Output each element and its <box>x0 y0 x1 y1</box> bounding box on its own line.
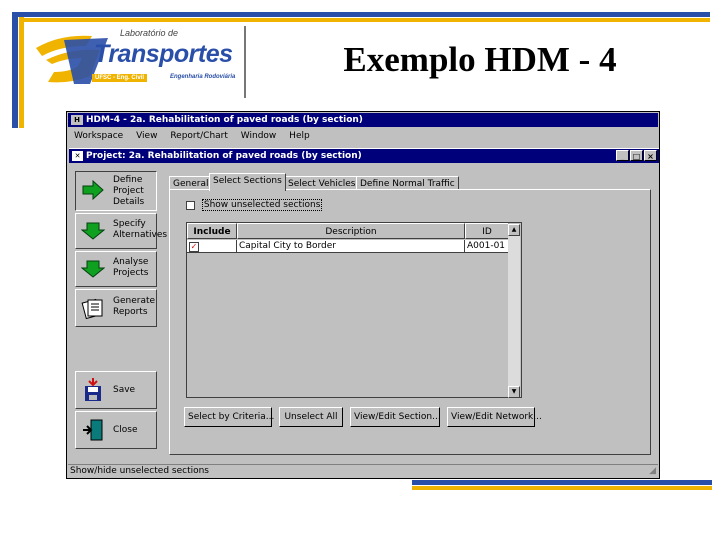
tab-define-normal-traffic[interactable]: Define Normal Traffic <box>356 176 459 190</box>
include-checked-icon[interactable]: ✓ <box>189 242 199 252</box>
show-unselected-row: Show unselected sections <box>186 199 323 211</box>
hdm4-window: H HDM-4 - 2a. Rehabilitation of paved roa… <box>66 111 660 479</box>
slide-top-blue-bar <box>12 12 710 17</box>
logo-top-text: Laboratório de <box>120 28 179 38</box>
define-project-details-button[interactable]: Define Project Details <box>75 171 157 211</box>
app-icon: H <box>71 115 83 125</box>
logo-brand-text: Transportes <box>94 40 233 68</box>
project-window: ✕ Project: 2a. Rehabilitation of paved ro… <box>69 148 659 467</box>
exit-door-icon <box>80 417 106 443</box>
sections-table: Include Description ID ✓ Capital City to… <box>186 222 522 398</box>
green-arrow-right-icon <box>80 177 106 203</box>
description-cell[interactable]: Capital City to Border <box>237 240 465 253</box>
generate-reports-button[interactable]: Generate Reports <box>75 289 157 327</box>
column-header-include[interactable]: Include <box>187 223 237 239</box>
select-by-criteria-button[interactable]: Select by Criteria... <box>184 407 274 427</box>
app-title: HDM-4 - 2a. Rehabilitation of paved road… <box>86 115 363 125</box>
status-text: Show/hide unselected sections <box>70 466 209 476</box>
close-window-button[interactable]: × <box>644 150 657 161</box>
scroll-down-icon[interactable]: ▼ <box>508 386 520 398</box>
column-header-id[interactable]: ID <box>465 223 509 239</box>
tab-select-sections[interactable]: Select Sections <box>209 173 286 191</box>
menu-report-chart[interactable]: Report/Chart <box>170 131 228 141</box>
close-button[interactable]: Close <box>75 411 157 449</box>
sidebar-label-reports: Generate Reports <box>113 296 156 317</box>
menu-bar: Workspace View Report/Chart Window Help <box>68 128 658 144</box>
status-bar: Show/hide unselected sections ◢ <box>68 464 658 477</box>
show-unselected-label[interactable]: Show unselected sections <box>201 199 323 211</box>
green-arrow-down-icon <box>80 256 106 282</box>
table-scrollbar[interactable]: ▲ ▼ <box>508 224 520 398</box>
maximize-button[interactable]: □ <box>630 150 643 161</box>
save-icon <box>80 377 106 403</box>
sidebar-label-save: Save <box>113 385 136 395</box>
specify-alternatives-button[interactable]: Specify Alternatives <box>75 213 167 249</box>
logo-divider <box>244 26 246 98</box>
show-unselected-checkbox[interactable] <box>186 200 195 210</box>
include-cell[interactable]: ✓ <box>187 240 237 253</box>
sidebar-label-specify: Specify Alternatives <box>113 219 168 240</box>
column-header-description[interactable]: Description <box>237 223 465 239</box>
slide-bottom-yellow-bar <box>412 486 712 490</box>
project-title: Project: 2a. Rehabilitation of paved roa… <box>86 151 362 161</box>
view-edit-section-button[interactable]: View/Edit Section... <box>350 407 441 427</box>
green-arrow-down-icon <box>80 218 106 244</box>
analyse-projects-button[interactable]: Analyse Projects <box>75 251 157 287</box>
slide-top-yellow-bar <box>24 18 710 22</box>
sidebar-label-analyse: Analyse Projects <box>113 257 149 278</box>
tab-select-vehicles[interactable]: Select Vehicles <box>284 176 360 190</box>
slide-left-blue-bar <box>12 12 18 128</box>
project-window-icon: ✕ <box>72 151 83 161</box>
slide-bottom-blue-bar <box>412 480 712 485</box>
unselect-all-button[interactable]: Unselect All <box>279 407 343 427</box>
scroll-up-icon[interactable]: ▲ <box>508 224 520 236</box>
slide-title: Exemplo HDM - 4 <box>343 40 617 79</box>
view-edit-network-button[interactable]: View/Edit Network... <box>447 407 542 427</box>
app-titlebar[interactable]: H HDM-4 - 2a. Rehabilitation of paved roa… <box>68 113 658 127</box>
tab-general[interactable]: General <box>169 176 213 190</box>
transportes-logo: Laboratório de Transportes UFSC - Eng. C… <box>30 26 245 98</box>
sidebar-label-close: Close <box>113 425 138 435</box>
save-button[interactable]: Save <box>75 371 157 409</box>
minimize-button[interactable]: _ <box>616 150 629 161</box>
menu-workspace[interactable]: Workspace <box>74 131 123 141</box>
logo-left-tag: UFSC - Eng. Civil <box>92 74 148 82</box>
slide-left-yellow-bar <box>19 12 24 128</box>
id-cell[interactable]: A001-01 <box>465 240 509 253</box>
sidebar-label-define: Define Project Details <box>113 175 145 207</box>
menu-help[interactable]: Help <box>289 131 310 141</box>
resize-grip-icon[interactable]: ◢ <box>649 465 656 477</box>
logo-right-tag: Engenharia Rodoviária <box>170 74 236 80</box>
reports-icon <box>80 295 106 321</box>
project-titlebar[interactable]: ✕ Project: 2a. Rehabilitation of paved ro… <box>69 149 659 163</box>
menu-view[interactable]: View <box>136 131 157 141</box>
menu-window[interactable]: Window <box>241 131 277 141</box>
